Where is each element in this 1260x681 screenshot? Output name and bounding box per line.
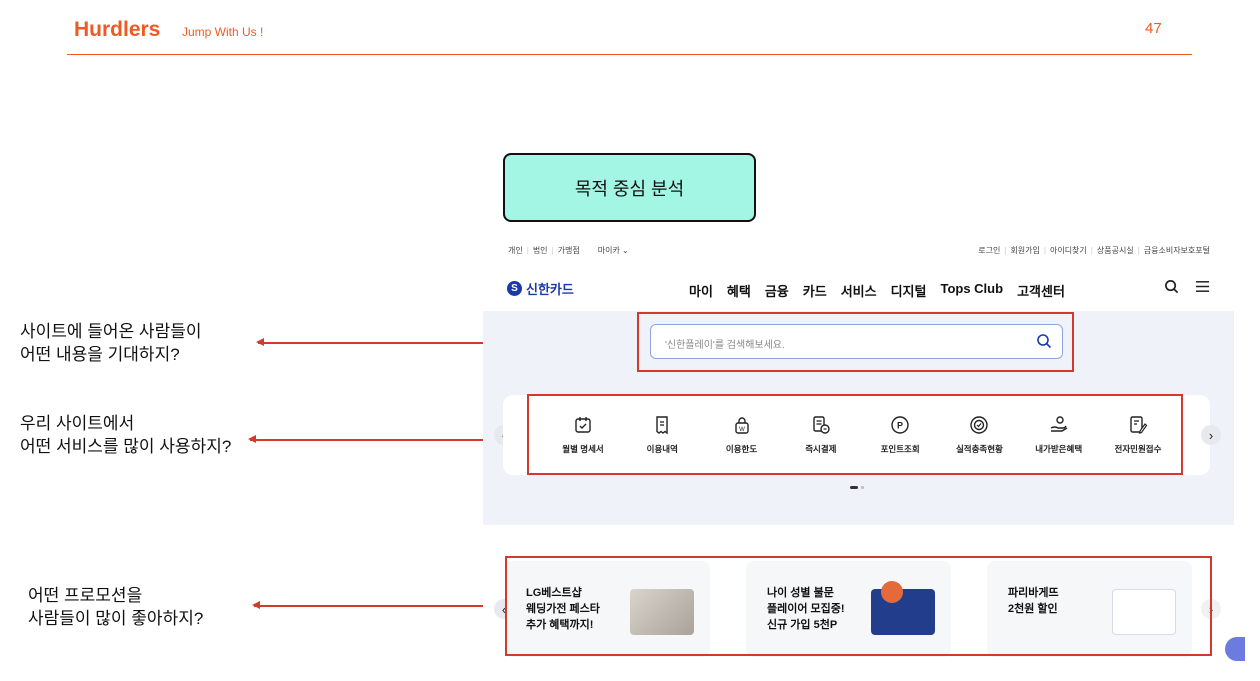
menu-service[interactable]: 서비스 <box>841 281 877 300</box>
segment-links: 개인 | 법인 | 가맹점 마이카 ⌄ <box>508 245 629 256</box>
main-nav: S 신한카드 마이 혜택 금융 카드 서비스 디지털 Tops Club 고객센… <box>483 263 1234 311</box>
highlight-search <box>637 312 1074 372</box>
account-links: 로그인 | 회원가입 | 아이디찾기 | 상품공시실 | 금융소비자보호포털 <box>978 245 1210 256</box>
menu-tops-club[interactable]: Tops Club <box>940 281 1003 300</box>
utility-bar: 개인 | 법인 | 가맹점 마이카 ⌄ 로그인 | 회원가입 | 아이디찾기 |… <box>483 237 1234 263</box>
note-promotions: 어떤 프로모션을 사람들이 많이 좋아하지? <box>28 584 203 630</box>
chevron-right-icon: › <box>1208 427 1214 443</box>
highlight-promotions <box>505 556 1212 656</box>
note-line: 어떤 프로모션을 <box>28 586 143 605</box>
link-disclosure[interactable]: 상품공시실 <box>1097 245 1134 256</box>
mycar-dropdown[interactable]: 마이카 ⌄ <box>598 245 629 256</box>
note-line: 우리 사이트에서 <box>20 414 135 433</box>
services-next-button[interactable]: › <box>1201 425 1221 445</box>
highlight-services <box>527 394 1183 475</box>
arrow-to-promotions <box>252 602 506 608</box>
chat-widget-icon[interactable] <box>1225 637 1245 661</box>
pager-dot-active[interactable] <box>850 486 858 489</box>
menu-customer-center[interactable]: 고객센터 <box>1017 281 1065 300</box>
pager-dot[interactable] <box>861 486 864 489</box>
search-icon[interactable] <box>1164 279 1179 298</box>
shinhan-s-icon: S <box>507 281 522 296</box>
menu-my[interactable]: 마이 <box>689 281 713 300</box>
brand-tagline: Jump With Us ! <box>182 25 264 39</box>
link-consumer-portal[interactable]: 금융소비자보호포털 <box>1144 245 1210 256</box>
shinhan-logo[interactable]: S 신한카드 <box>507 279 574 298</box>
nav-actions <box>1164 279 1210 298</box>
menu-card[interactable]: 카드 <box>803 281 827 300</box>
slide-title: 목적 중심 분석 <box>574 178 685 199</box>
logo-text: 신한카드 <box>526 282 574 297</box>
link-merchant[interactable]: 가맹점 <box>558 245 580 256</box>
note-line: 어떤 서비스를 많이 사용하지? <box>20 437 232 456</box>
link-personal[interactable]: 개인 <box>508 245 523 256</box>
mycar-label: 마이카 <box>597 246 620 255</box>
note-line: 사이트에 들어온 사람들이 <box>20 322 202 341</box>
slide-title-box: 목적 중심 분석 <box>503 153 756 222</box>
note-expectation: 사이트에 들어온 사람들이 어떤 내용을 기대하지? <box>20 320 202 366</box>
menu-digital[interactable]: 디지털 <box>891 281 927 300</box>
link-login[interactable]: 로그인 <box>978 245 1000 256</box>
note-services: 우리 사이트에서 어떤 서비스를 많이 사용하지? <box>20 412 231 458</box>
chevron-down-icon: ⌄ <box>622 246 629 255</box>
header-divider <box>67 54 1192 55</box>
link-signup[interactable]: 회원가입 <box>1010 245 1039 256</box>
menu-finance[interactable]: 금융 <box>765 281 789 300</box>
brand-logo: Hurdlers <box>74 18 161 41</box>
menu-benefits[interactable]: 혜택 <box>727 281 751 300</box>
gnb-menu: 마이 혜택 금융 카드 서비스 디지털 Tops Club 고객센터 <box>689 281 1065 300</box>
services-pagination <box>850 486 864 489</box>
note-line: 어떤 내용을 기대하지? <box>20 345 180 364</box>
page-number: 47 <box>1145 20 1162 37</box>
link-find-id[interactable]: 아이디찾기 <box>1050 245 1087 256</box>
note-line: 사람들이 많이 좋아하지? <box>28 609 204 628</box>
hamburger-menu-icon[interactable] <box>1195 279 1210 298</box>
link-corporate[interactable]: 법인 <box>533 245 548 256</box>
